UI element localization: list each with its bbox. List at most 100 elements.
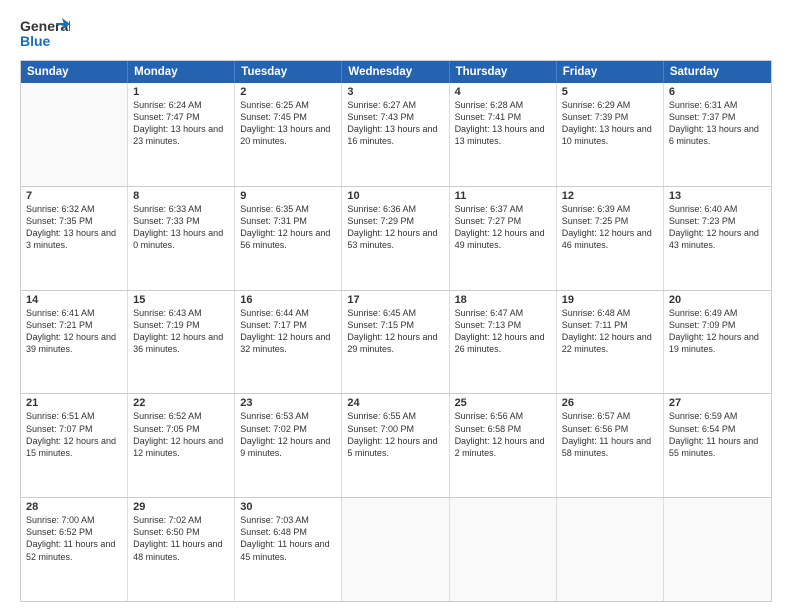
day-info: Sunrise: 6:36 AMSunset: 7:29 PMDaylight:… — [347, 203, 443, 252]
day-info: Sunrise: 6:31 AMSunset: 7:37 PMDaylight:… — [669, 99, 766, 148]
weekday-wednesday: Wednesday — [342, 61, 449, 83]
weekday-friday: Friday — [557, 61, 664, 83]
calendar-row-4: 28Sunrise: 7:00 AMSunset: 6:52 PMDayligh… — [21, 498, 771, 601]
logo: GeneralBlue — [20, 16, 70, 52]
calendar-cell-1-3: 10Sunrise: 6:36 AMSunset: 7:29 PMDayligh… — [342, 187, 449, 290]
calendar-cell-2-2: 16Sunrise: 6:44 AMSunset: 7:17 PMDayligh… — [235, 291, 342, 394]
day-info: Sunrise: 6:43 AMSunset: 7:19 PMDaylight:… — [133, 307, 229, 356]
weekday-monday: Monday — [128, 61, 235, 83]
day-number: 1 — [133, 86, 229, 98]
day-info: Sunrise: 7:00 AMSunset: 6:52 PMDaylight:… — [26, 514, 122, 563]
day-info: Sunrise: 6:47 AMSunset: 7:13 PMDaylight:… — [455, 307, 551, 356]
day-number: 16 — [240, 294, 336, 306]
day-number: 28 — [26, 501, 122, 513]
calendar-row-0: 1Sunrise: 6:24 AMSunset: 7:47 PMDaylight… — [21, 83, 771, 187]
weekday-sunday: Sunday — [21, 61, 128, 83]
day-info: Sunrise: 6:44 AMSunset: 7:17 PMDaylight:… — [240, 307, 336, 356]
calendar-cell-3-5: 26Sunrise: 6:57 AMSunset: 6:56 PMDayligh… — [557, 394, 664, 497]
calendar-cell-4-2: 30Sunrise: 7:03 AMSunset: 6:48 PMDayligh… — [235, 498, 342, 601]
day-info: Sunrise: 6:32 AMSunset: 7:35 PMDaylight:… — [26, 203, 122, 252]
day-number: 29 — [133, 501, 229, 513]
calendar-cell-4-5 — [557, 498, 664, 601]
day-number: 30 — [240, 501, 336, 513]
day-info: Sunrise: 6:55 AMSunset: 7:00 PMDaylight:… — [347, 410, 443, 459]
day-number: 27 — [669, 397, 766, 409]
day-info: Sunrise: 6:51 AMSunset: 7:07 PMDaylight:… — [26, 410, 122, 459]
calendar-cell-1-0: 7Sunrise: 6:32 AMSunset: 7:35 PMDaylight… — [21, 187, 128, 290]
day-number: 11 — [455, 190, 551, 202]
day-number: 24 — [347, 397, 443, 409]
calendar-cell-0-1: 1Sunrise: 6:24 AMSunset: 7:47 PMDaylight… — [128, 83, 235, 186]
calendar-cell-4-1: 29Sunrise: 7:02 AMSunset: 6:50 PMDayligh… — [128, 498, 235, 601]
day-info: Sunrise: 6:37 AMSunset: 7:27 PMDaylight:… — [455, 203, 551, 252]
calendar-cell-0-6: 6Sunrise: 6:31 AMSunset: 7:37 PMDaylight… — [664, 83, 771, 186]
day-number: 10 — [347, 190, 443, 202]
calendar: SundayMondayTuesdayWednesdayThursdayFrid… — [20, 60, 772, 602]
day-info: Sunrise: 6:39 AMSunset: 7:25 PMDaylight:… — [562, 203, 658, 252]
day-info: Sunrise: 6:53 AMSunset: 7:02 PMDaylight:… — [240, 410, 336, 459]
calendar-cell-0-4: 4Sunrise: 6:28 AMSunset: 7:41 PMDaylight… — [450, 83, 557, 186]
calendar-cell-0-5: 5Sunrise: 6:29 AMSunset: 7:39 PMDaylight… — [557, 83, 664, 186]
calendar-row-1: 7Sunrise: 6:32 AMSunset: 7:35 PMDaylight… — [21, 187, 771, 291]
calendar-cell-1-2: 9Sunrise: 6:35 AMSunset: 7:31 PMDaylight… — [235, 187, 342, 290]
day-number: 17 — [347, 294, 443, 306]
day-info: Sunrise: 6:49 AMSunset: 7:09 PMDaylight:… — [669, 307, 766, 356]
day-number: 4 — [455, 86, 551, 98]
day-number: 3 — [347, 86, 443, 98]
calendar-cell-4-4 — [450, 498, 557, 601]
svg-text:Blue: Blue — [20, 33, 51, 49]
weekday-saturday: Saturday — [664, 61, 771, 83]
calendar-cell-1-6: 13Sunrise: 6:40 AMSunset: 7:23 PMDayligh… — [664, 187, 771, 290]
day-info: Sunrise: 6:48 AMSunset: 7:11 PMDaylight:… — [562, 307, 658, 356]
calendar-cell-4-6 — [664, 498, 771, 601]
calendar-cell-4-3 — [342, 498, 449, 601]
calendar-cell-3-6: 27Sunrise: 6:59 AMSunset: 6:54 PMDayligh… — [664, 394, 771, 497]
weekday-thursday: Thursday — [450, 61, 557, 83]
calendar-cell-3-4: 25Sunrise: 6:56 AMSunset: 6:58 PMDayligh… — [450, 394, 557, 497]
header: GeneralBlue — [20, 16, 772, 52]
day-number: 18 — [455, 294, 551, 306]
calendar-cell-2-0: 14Sunrise: 6:41 AMSunset: 7:21 PMDayligh… — [21, 291, 128, 394]
day-info: Sunrise: 6:59 AMSunset: 6:54 PMDaylight:… — [669, 410, 766, 459]
calendar-cell-3-2: 23Sunrise: 6:53 AMSunset: 7:02 PMDayligh… — [235, 394, 342, 497]
day-info: Sunrise: 6:27 AMSunset: 7:43 PMDaylight:… — [347, 99, 443, 148]
svg-text:General: General — [20, 18, 70, 34]
calendar-cell-1-1: 8Sunrise: 6:33 AMSunset: 7:33 PMDaylight… — [128, 187, 235, 290]
calendar-cell-0-3: 3Sunrise: 6:27 AMSunset: 7:43 PMDaylight… — [342, 83, 449, 186]
day-number: 5 — [562, 86, 658, 98]
day-info: Sunrise: 6:33 AMSunset: 7:33 PMDaylight:… — [133, 203, 229, 252]
weekday-tuesday: Tuesday — [235, 61, 342, 83]
day-number: 23 — [240, 397, 336, 409]
calendar-body: 1Sunrise: 6:24 AMSunset: 7:47 PMDaylight… — [21, 83, 771, 601]
calendar-cell-0-2: 2Sunrise: 6:25 AMSunset: 7:45 PMDaylight… — [235, 83, 342, 186]
day-info: Sunrise: 6:24 AMSunset: 7:47 PMDaylight:… — [133, 99, 229, 148]
calendar-cell-4-0: 28Sunrise: 7:00 AMSunset: 6:52 PMDayligh… — [21, 498, 128, 601]
calendar-cell-1-5: 12Sunrise: 6:39 AMSunset: 7:25 PMDayligh… — [557, 187, 664, 290]
calendar-row-3: 21Sunrise: 6:51 AMSunset: 7:07 PMDayligh… — [21, 394, 771, 498]
day-number: 22 — [133, 397, 229, 409]
day-number: 6 — [669, 86, 766, 98]
day-number: 9 — [240, 190, 336, 202]
day-number: 13 — [669, 190, 766, 202]
day-info: Sunrise: 6:40 AMSunset: 7:23 PMDaylight:… — [669, 203, 766, 252]
day-number: 21 — [26, 397, 122, 409]
day-info: Sunrise: 6:35 AMSunset: 7:31 PMDaylight:… — [240, 203, 336, 252]
day-number: 26 — [562, 397, 658, 409]
day-number: 25 — [455, 397, 551, 409]
day-number: 15 — [133, 294, 229, 306]
page: GeneralBlue SundayMondayTuesdayWednesday… — [0, 0, 792, 612]
day-number: 8 — [133, 190, 229, 202]
calendar-cell-0-0 — [21, 83, 128, 186]
calendar-cell-3-3: 24Sunrise: 6:55 AMSunset: 7:00 PMDayligh… — [342, 394, 449, 497]
calendar-cell-2-4: 18Sunrise: 6:47 AMSunset: 7:13 PMDayligh… — [450, 291, 557, 394]
calendar-cell-3-0: 21Sunrise: 6:51 AMSunset: 7:07 PMDayligh… — [21, 394, 128, 497]
day-info: Sunrise: 6:57 AMSunset: 6:56 PMDaylight:… — [562, 410, 658, 459]
day-info: Sunrise: 6:52 AMSunset: 7:05 PMDaylight:… — [133, 410, 229, 459]
day-info: Sunrise: 6:45 AMSunset: 7:15 PMDaylight:… — [347, 307, 443, 356]
day-number: 2 — [240, 86, 336, 98]
day-number: 14 — [26, 294, 122, 306]
calendar-cell-2-1: 15Sunrise: 6:43 AMSunset: 7:19 PMDayligh… — [128, 291, 235, 394]
calendar-cell-3-1: 22Sunrise: 6:52 AMSunset: 7:05 PMDayligh… — [128, 394, 235, 497]
calendar-header: SundayMondayTuesdayWednesdayThursdayFrid… — [21, 61, 771, 83]
day-info: Sunrise: 6:28 AMSunset: 7:41 PMDaylight:… — [455, 99, 551, 148]
